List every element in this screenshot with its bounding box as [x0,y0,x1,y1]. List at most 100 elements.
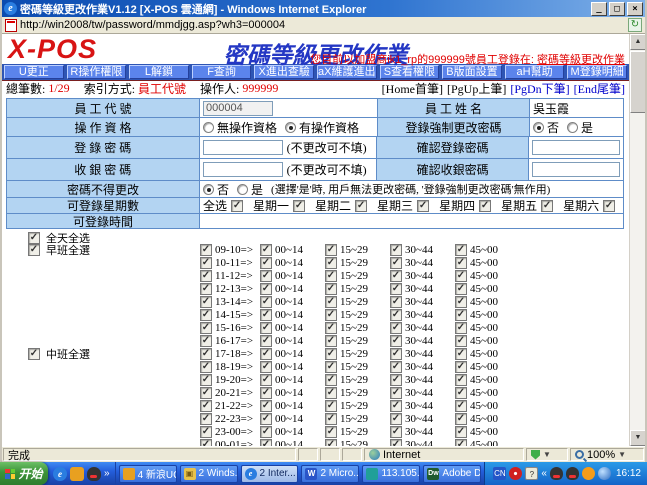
checkbox[interactable]: ✓ [325,244,337,256]
login-password-input[interactable] [202,140,283,155]
checkbox[interactable]: ✓ [260,439,272,446]
checkbox[interactable]: ✓ [200,426,212,438]
checkbox[interactable]: ✓ [200,361,212,373]
globe-tray-icon[interactable] [597,467,611,480]
checkbox[interactable]: ✓ [479,199,492,212]
checkbox[interactable]: ✓ [455,439,467,446]
checkbox[interactable]: ✓ [390,296,402,308]
checkbox[interactable]: ✓ [325,348,337,360]
checkbox[interactable]: ✓ [200,400,212,412]
checkbox[interactable]: ✓ [260,296,272,308]
checkbox[interactable]: ✓ [260,348,272,360]
checkbox[interactable]: ✓ [200,270,212,282]
checkbox[interactable]: ✓ [260,387,272,399]
checkbox[interactable]: ✓ [390,283,402,295]
checkbox[interactable]: ✓ [200,244,212,256]
task-button[interactable]: 4 新浪UC▼ [118,464,177,483]
checkbox[interactable]: ✓ [260,413,272,425]
task-button[interactable]: W2 Micro...▼ [301,464,360,483]
checkbox[interactable]: ✓ [455,257,467,269]
checkbox[interactable]: ✓ [325,413,337,425]
checkbox[interactable]: ✓ [455,244,467,256]
vertical-scrollbar[interactable]: ▲ ▼ [629,34,645,446]
task-button[interactable]: ▣2 Winds...▼ [179,464,238,483]
pin-tray-icon[interactable] [509,467,523,480]
checkbox[interactable]: ✓ [325,283,337,295]
checkbox[interactable]: ✓ [390,309,402,321]
checkbox[interactable]: ✓ [28,348,40,360]
checkbox[interactable]: ✓ [390,244,402,256]
checkbox[interactable]: ✓ [200,348,212,360]
checkbox[interactable]: ✓ [260,374,272,386]
checkbox[interactable]: ✓ [260,322,272,334]
checkbox[interactable]: ✓ [293,199,306,212]
maximize-button[interactable]: □ [609,1,625,16]
employee-code-input[interactable] [203,100,273,116]
help-tray-icon[interactable]: ? [525,467,539,480]
checkbox[interactable]: ✓ [390,322,402,334]
checkbox[interactable]: ✓ [390,439,402,446]
task-button[interactable]: 113.105.... [362,464,421,483]
checkbox[interactable]: ✓ [455,374,467,386]
checkbox[interactable]: ✓ [390,270,402,282]
checkbox[interactable]: ✓ [455,309,467,321]
radio-button[interactable] [567,121,579,133]
checkbox[interactable]: ✓ [455,296,467,308]
quick-launch-more-icon[interactable]: » [104,468,110,479]
zoom-control[interactable]: 100% ▼ [570,448,644,461]
task-button[interactable]: DwAdobe Dr... [423,464,482,483]
checkbox[interactable]: ✓ [355,199,368,212]
checkbox[interactable]: ✓ [603,199,616,212]
checkbox[interactable]: ✓ [325,361,337,373]
qq-tray-icon[interactable] [549,467,563,480]
checkbox[interactable]: ✓ [200,283,212,295]
checkbox[interactable]: ✓ [390,387,402,399]
checkbox[interactable]: ✓ [390,374,402,386]
checkbox[interactable]: ✓ [455,283,467,295]
checkbox[interactable]: ✓ [325,439,337,446]
checkbox[interactable]: ✓ [325,400,337,412]
checkbox[interactable]: ✓ [200,374,212,386]
scroll-thumb[interactable] [630,51,645,113]
checkbox[interactable]: ✓ [325,257,337,269]
fire-tray-icon[interactable] [581,467,595,480]
protected-mode-panel[interactable]: ▼ [526,448,568,461]
checkbox[interactable]: ✓ [200,296,212,308]
checkbox[interactable]: ✓ [390,400,402,412]
checkbox[interactable]: ✓ [260,257,272,269]
checkbox[interactable]: ✓ [455,335,467,347]
close-button[interactable]: × [627,1,643,16]
qq-icon[interactable] [87,466,101,481]
record-nav-link[interactable]: [PgUp上筆] [447,80,506,97]
checkbox[interactable]: ✓ [200,309,212,321]
record-nav-link[interactable]: [PgDn下筆] [510,80,569,97]
checkbox[interactable]: ✓ [325,270,337,282]
checkbox[interactable]: ✓ [231,199,244,212]
checkbox[interactable]: ✓ [390,413,402,425]
checkbox[interactable]: ✓ [390,361,402,373]
login-notice-link[interactable]: 密碼等級更改作業 [537,54,625,66]
checkbox[interactable]: ✓ [325,387,337,399]
checkbox[interactable]: ✓ [325,322,337,334]
scroll-down-icon[interactable]: ▼ [630,430,645,446]
radio-button[interactable] [203,121,214,133]
url-input[interactable]: http://win2008/tw/password/mmdjgg.asp?wh… [20,18,625,32]
checkbox[interactable]: ✓ [325,374,337,386]
checkbox[interactable]: ✓ [200,335,212,347]
checkbox[interactable]: ✓ [260,361,272,373]
uc-icon[interactable] [70,466,84,481]
radio-button[interactable] [203,183,214,195]
checkbox[interactable]: ✓ [455,426,467,438]
qq-tray-icon[interactable] [565,467,579,480]
go-icon[interactable]: ↻ [628,18,642,32]
start-button[interactable]: 开始 [0,462,48,485]
cn-tray-icon[interactable]: CN [493,467,507,480]
checkbox[interactable]: ✓ [455,400,467,412]
checkbox[interactable]: ✓ [325,296,337,308]
checkbox[interactable]: ✓ [200,413,212,425]
checkbox[interactable]: ✓ [455,270,467,282]
checkbox[interactable]: ✓ [541,199,554,212]
radio-button[interactable] [285,121,297,133]
checkbox[interactable]: ✓ [390,426,402,438]
checkbox[interactable]: ✓ [390,257,402,269]
